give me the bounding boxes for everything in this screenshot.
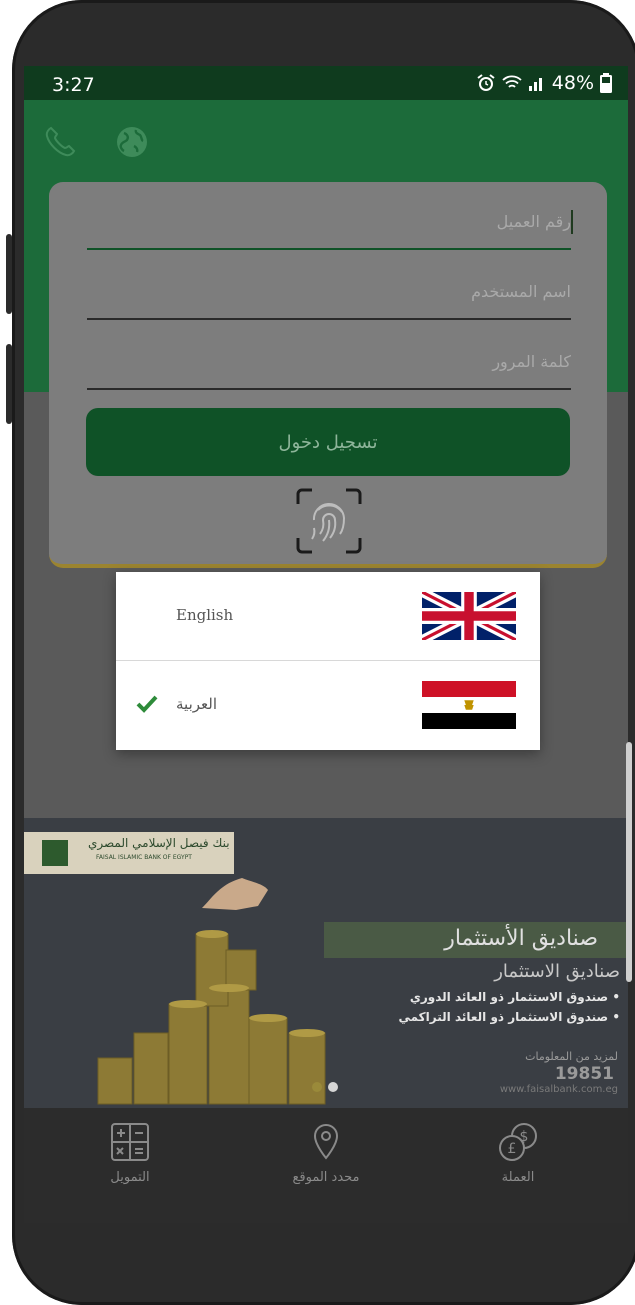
promo-banner[interactable]: بنك فيصل الإسلامي المصري FAISAL ISLAMIC … <box>24 818 628 1108</box>
check-icon <box>136 695 158 713</box>
field-underline <box>87 248 571 250</box>
field-underline <box>87 388 571 390</box>
username-field[interactable]: اسم المستخدم <box>87 260 571 320</box>
banner-bullet: • صندوق الاستثمار ذو العائد الدوري <box>409 990 620 1004</box>
language-label: العربية <box>176 695 217 713</box>
banner-bullet: • صندوق الاستثمار ذو العائد التراكمي <box>398 1010 621 1024</box>
calculator-icon <box>111 1123 149 1161</box>
language-option-arabic[interactable]: العربية <box>116 661 540 749</box>
volume-down-button <box>6 344 12 424</box>
field-underline <box>87 318 571 320</box>
svg-text:$: $ <box>520 1129 529 1145</box>
battery-icon <box>600 73 612 93</box>
more-info-text: لمزيد من المعلومات <box>525 1050 618 1063</box>
text-cursor <box>571 210 573 234</box>
battery-percent: 48% <box>551 72 594 94</box>
banner-subheadline: صناديق الاستثمار <box>494 961 620 982</box>
phone-icon[interactable] <box>42 124 78 160</box>
app-screen: 3:27 48% رقم العميل اسم المستخدم كلمة ال… <box>24 66 628 1223</box>
status-time: 3:27 <box>52 74 95 96</box>
currency-icon: $ £ <box>499 1123 537 1161</box>
signal-icon <box>528 78 542 91</box>
status-icons: 48% <box>476 72 612 94</box>
login-card: رقم العميل اسم المستخدم كلمة المرور تسجي… <box>49 182 607 568</box>
nav-financing[interactable]: التمويل <box>60 1122 200 1185</box>
language-option-english[interactable]: English <box>116 572 540 661</box>
alarm-icon <box>477 74 495 91</box>
location-pin-icon <box>313 1123 339 1160</box>
username-placeholder: اسم المستخدم <box>471 282 571 301</box>
language-label: English <box>176 606 234 624</box>
customer-number-placeholder: رقم العميل <box>496 212 571 231</box>
nav-label: محدد الموقع <box>292 1170 360 1185</box>
website-url: www.faisalbank.com.eg <box>499 1084 618 1095</box>
password-field[interactable]: كلمة المرور <box>87 330 571 390</box>
status-bar: 3:27 48% <box>24 66 628 100</box>
bank-name-arabic: بنك فيصل الإسلامي المصري <box>88 836 230 850</box>
nav-currency[interactable]: $ £ العملة <box>448 1122 588 1185</box>
scrollbar[interactable] <box>626 742 632 982</box>
password-placeholder: كلمة المرور <box>492 352 571 371</box>
wifi-icon <box>502 75 522 88</box>
volume-up-button <box>6 234 12 314</box>
nav-label: التمويل <box>110 1170 150 1185</box>
nav-label: العملة <box>501 1170 535 1185</box>
hotline-number: 19851 <box>554 1064 614 1084</box>
slide-dot-active[interactable] <box>328 1082 338 1092</box>
globe-icon[interactable] <box>114 124 150 160</box>
nav-location-finder[interactable]: محدد الموقع <box>256 1122 396 1185</box>
uk-flag-icon <box>422 592 516 640</box>
slide-dot[interactable] <box>312 1082 322 1092</box>
svg-text:£: £ <box>508 1141 517 1157</box>
customer-number-field[interactable]: رقم العميل <box>87 190 573 250</box>
fingerprint-icon[interactable] <box>294 486 364 556</box>
bank-name-english: FAISAL ISLAMIC BANK OF EGYPT <box>96 854 192 861</box>
egypt-flag-icon <box>422 681 516 729</box>
login-button[interactable]: تسجيل دخول <box>86 408 570 476</box>
banner-headline: صناديق الأستثمار <box>444 926 598 951</box>
language-dialog: English العربية <box>116 572 540 750</box>
bottom-nav: التمويل محدد الموقع $ £ العملة <box>24 1108 628 1223</box>
